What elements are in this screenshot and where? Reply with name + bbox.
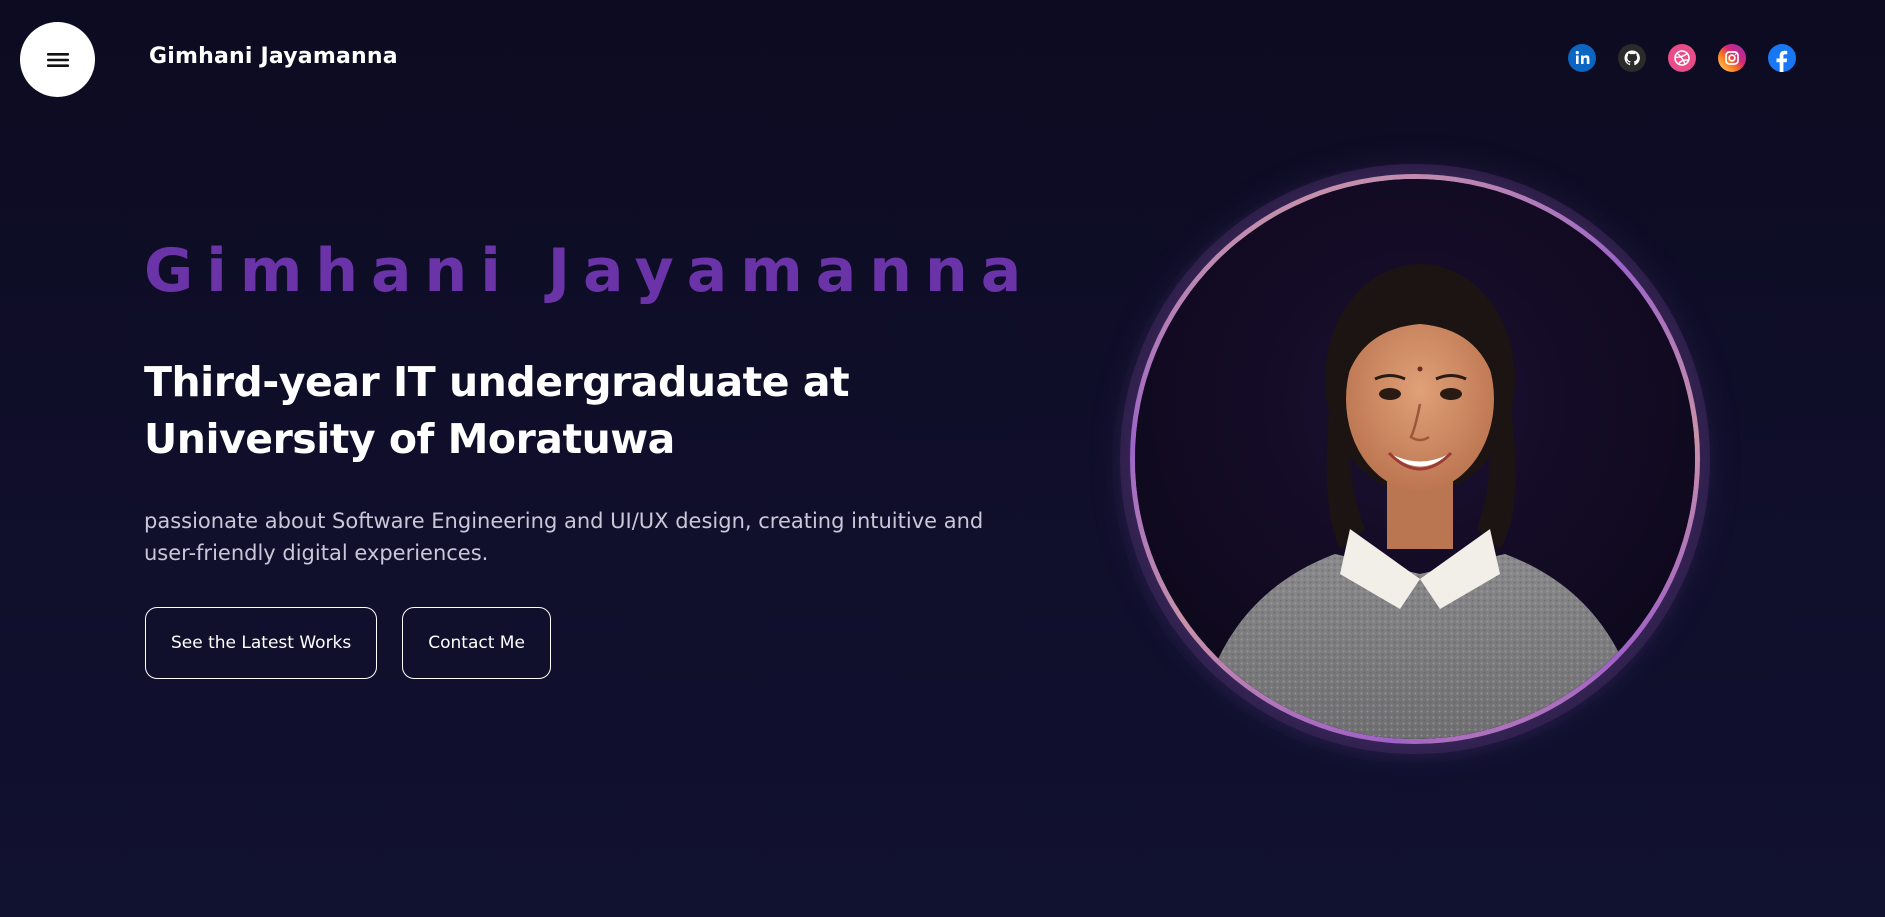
hero-description: passionate about Software Engineering an…: [144, 509, 984, 565]
profile-photo-illustration: [1135, 179, 1695, 739]
latest-works-button[interactable]: See the Latest Works: [145, 607, 378, 679]
menu-button[interactable]: [20, 22, 95, 97]
hero-title-line2: University of Moratuwa: [144, 415, 675, 463]
dribbble-icon: [1668, 44, 1696, 72]
hero-title-line1: Third-year IT undergraduate at: [144, 358, 850, 406]
portfolio-page: Gimhani Jayamanna Gimhani Jayamanna Thir…: [0, 0, 1885, 917]
dribbble-link[interactable]: [1668, 44, 1696, 72]
profile-photo: [1135, 179, 1695, 739]
hero-title: Third-year IT undergraduate at Universit…: [144, 354, 904, 468]
facebook-link[interactable]: [1768, 44, 1796, 72]
linkedin-icon: [1568, 44, 1596, 72]
linkedin-link[interactable]: [1568, 44, 1596, 72]
portrait-frame: [1130, 174, 1700, 744]
contact-me-button[interactable]: Contact Me: [402, 607, 551, 679]
hero-buttons: See the Latest Works Contact Me: [145, 607, 551, 679]
facebook-icon: [1768, 44, 1796, 72]
github-link[interactable]: [1618, 44, 1646, 72]
hero-name: Gimhani Jayamanna: [144, 236, 1035, 306]
instagram-link[interactable]: [1718, 44, 1746, 72]
social-links: [1568, 44, 1796, 72]
hamburger-menu-icon: [46, 52, 69, 67]
github-icon: [1618, 44, 1646, 72]
brand-name[interactable]: Gimhani Jayamanna: [149, 44, 398, 69]
instagram-icon: [1718, 44, 1746, 72]
